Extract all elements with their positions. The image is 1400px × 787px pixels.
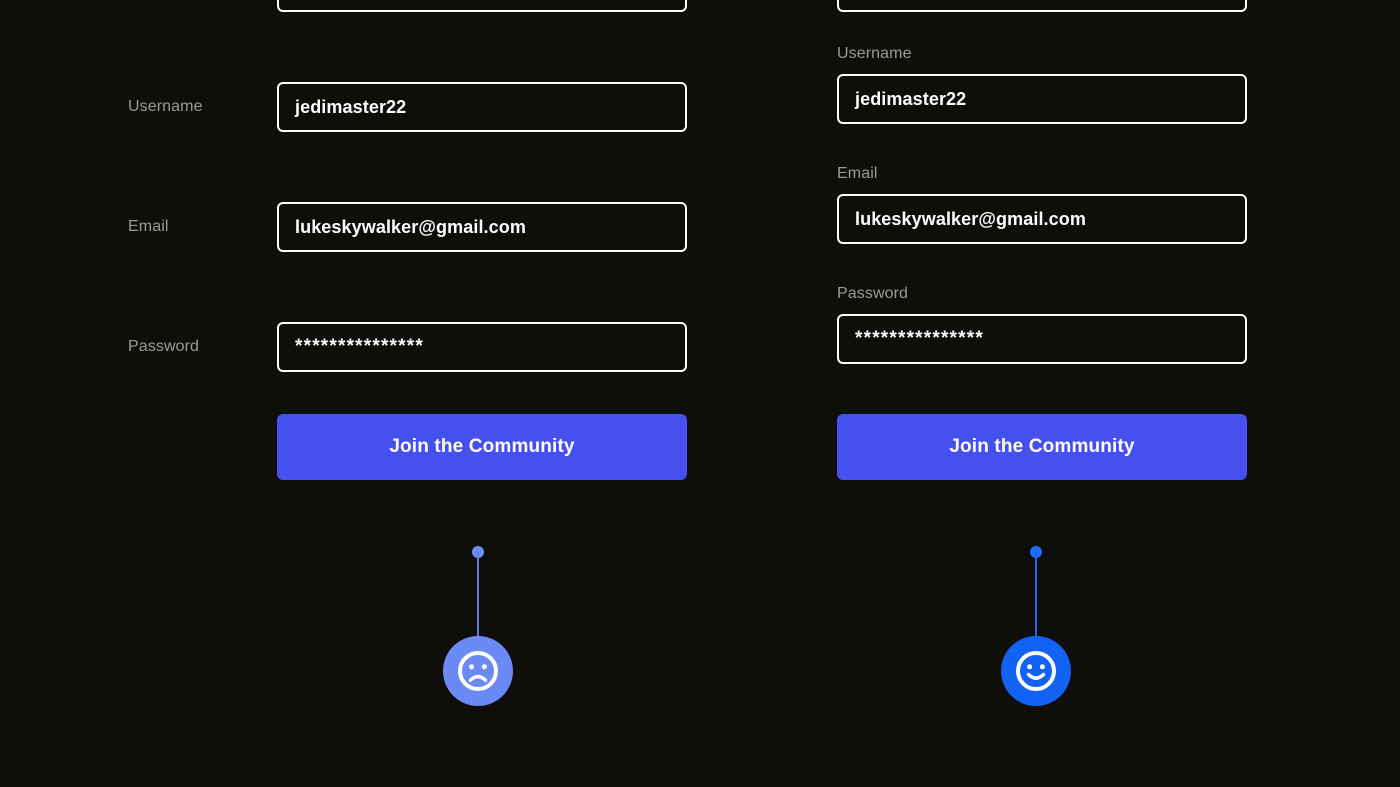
frowning-face-icon <box>443 636 513 706</box>
form-variant-left-labels: Username jedimaster22 Email lukeskywalke… <box>0 0 700 787</box>
sentiment-marker-negative[interactable] <box>423 538 533 728</box>
label-password: Password <box>837 285 909 302</box>
label-username: Username <box>128 98 203 115</box>
form-row-username: Username jedimaster22 <box>0 82 700 132</box>
form-group-password: Password *************** <box>837 285 1247 364</box>
input-password[interactable]: *************** <box>277 322 687 372</box>
input-email[interactable]: lukeskywalker@gmail.com <box>837 194 1247 244</box>
form-group-email: Email lukeskywalker@gmail.com <box>837 165 1247 244</box>
input-email[interactable]: lukeskywalker@gmail.com <box>277 202 687 252</box>
label-email: Email <box>837 165 878 182</box>
label-password: Password <box>128 338 200 355</box>
label-email: Email <box>128 218 169 235</box>
smiling-face-icon <box>1001 636 1071 706</box>
form-row-email: Email lukeskywalker@gmail.com <box>0 202 700 252</box>
join-the-community-button[interactable]: Join the Community <box>277 414 687 480</box>
label-username: Username <box>837 45 912 62</box>
form-row-password: Password *************** <box>0 322 700 372</box>
form-group-username: Username jedimaster22 <box>837 45 1247 124</box>
input-username[interactable]: jedimaster22 <box>837 74 1247 124</box>
join-the-community-button[interactable]: Join the Community <box>837 414 1247 480</box>
sentiment-marker-positive[interactable] <box>981 538 1091 728</box>
truncated-input-above[interactable] <box>837 0 1247 12</box>
input-username[interactable]: jedimaster22 <box>277 82 687 132</box>
truncated-input-above[interactable] <box>277 0 687 12</box>
input-password[interactable]: *************** <box>837 314 1247 364</box>
comparison-canvas: Username jedimaster22 Email lukeskywalke… <box>0 0 1400 787</box>
